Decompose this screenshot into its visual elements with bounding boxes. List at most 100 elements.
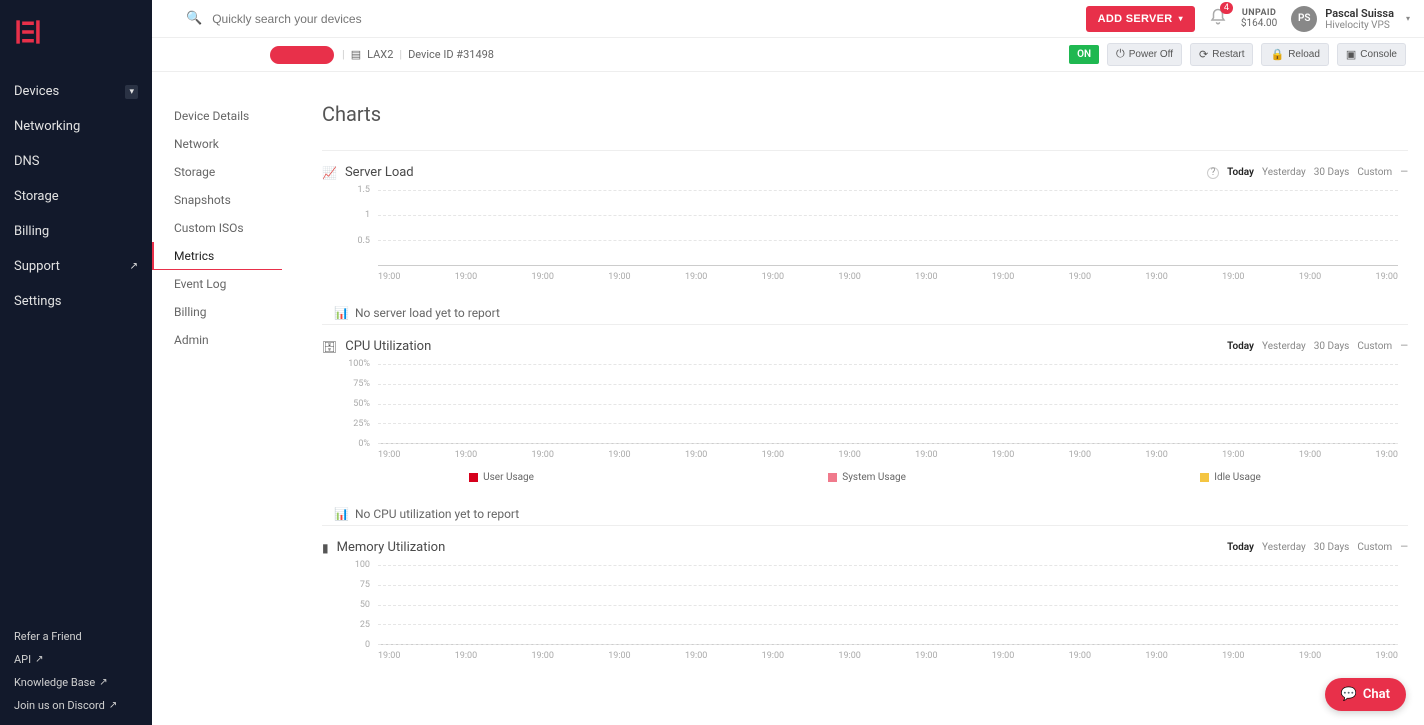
sidebar-item-networking[interactable]: Networking — [0, 109, 152, 144]
legend-item[interactable]: User Usage — [469, 472, 534, 483]
sidebar-nav: Devices▾ Networking DNS Storage Billing … — [0, 74, 152, 625]
sidebar-link-kb[interactable]: Knowledge Base↗ — [0, 671, 152, 694]
add-server-button[interactable]: ADD SERVER▾ — [1086, 6, 1195, 32]
empty-server-load: 📊No server load yet to report — [322, 300, 1408, 324]
chart-memory: ▮ Memory Utilization Today Yesterday 30 … — [322, 525, 1408, 679]
legend-swatch — [469, 473, 478, 482]
sidebar-item-support[interactable]: Support↗ — [0, 249, 152, 284]
subnav-metrics[interactable]: Metrics — [152, 242, 282, 270]
sidebar-link-api[interactable]: API↗ — [0, 648, 152, 671]
external-icon: ↗ — [99, 677, 107, 688]
range-30days[interactable]: 30 Days — [1314, 341, 1350, 352]
search-input[interactable] — [212, 12, 1085, 26]
time-range: Today Yesterday 30 Days Custom — — [1227, 341, 1408, 352]
body: Device Details Network Storage Snapshots… — [152, 72, 1424, 725]
unpaid-amount[interactable]: UNPAID $164.00 — [1241, 8, 1277, 29]
device-id: Device ID #31498 — [408, 48, 494, 61]
notification-badge: 4 — [1220, 2, 1233, 14]
chevron-down-icon: ▾ — [1406, 14, 1410, 23]
legend-item[interactable]: System Usage — [828, 472, 906, 483]
notifications-button[interactable]: 4 — [1209, 8, 1227, 30]
sidebar-link-discord[interactable]: Join us on Discord↗ — [0, 694, 152, 717]
collapse-icon[interactable]: — — [1400, 167, 1408, 178]
range-today[interactable]: Today — [1227, 542, 1254, 553]
area-chart-icon: 📈 — [322, 166, 337, 180]
logo[interactable] — [14, 18, 42, 46]
sidebar-bottom: Refer a Friend API↗ Knowledge Base↗ Join… — [0, 625, 152, 725]
range-yesterday[interactable]: Yesterday — [1262, 542, 1306, 553]
device-info: | ▤ LAX2 | Device ID #31498 — [342, 48, 494, 61]
content: Charts 📈 Server Load ? Today Yesterday 3… — [282, 72, 1424, 725]
range-custom[interactable]: Custom — [1357, 341, 1392, 352]
sidebar-link-refer[interactable]: Refer a Friend — [0, 625, 152, 648]
subnav: Device Details Network Storage Snapshots… — [152, 72, 282, 725]
range-today[interactable]: Today — [1227, 167, 1254, 178]
main: 🔍 ADD SERVER▾ 4 UNPAID $164.00 PS Pascal… — [152, 0, 1424, 725]
sidebar-item-billing[interactable]: Billing — [0, 214, 152, 249]
range-yesterday[interactable]: Yesterday — [1262, 167, 1306, 178]
range-today[interactable]: Today — [1227, 341, 1254, 352]
legend-item[interactable]: Idle Usage — [1200, 472, 1261, 483]
subnav-event-log[interactable]: Event Log — [152, 270, 282, 298]
sidebar-item-settings[interactable]: Settings — [0, 284, 152, 319]
empty-cpu: 📊No CPU utilization yet to report — [322, 501, 1408, 525]
subnav-snapshots[interactable]: Snapshots — [152, 186, 282, 214]
lock-icon: 🔒 — [1270, 48, 1284, 61]
subnav-admin[interactable]: Admin — [152, 326, 282, 354]
topbar: 🔍 ADD SERVER▾ 4 UNPAID $164.00 PS Pascal… — [152, 0, 1424, 38]
user-menu[interactable]: PS Pascal Suissa Hivelocity VPS ▾ — [1291, 6, 1410, 32]
avatar: PS — [1291, 6, 1317, 32]
reload-button[interactable]: 🔒Reload — [1261, 43, 1328, 66]
chart-plot: 025507510019:0019:0019:0019:0019:0019:00… — [348, 565, 1398, 665]
chart-legend: User Usage System Usage Idle Usage — [322, 468, 1408, 487]
chevron-down-icon: ▾ — [1179, 14, 1183, 23]
subnav-custom-isos[interactable]: Custom ISOs — [152, 214, 282, 242]
sidebar-item-storage[interactable]: Storage — [0, 179, 152, 214]
collapse-icon[interactable]: — — [1400, 341, 1408, 352]
restart-icon: ⟳ — [1199, 48, 1208, 61]
subnav-storage[interactable]: Storage — [152, 158, 282, 186]
sidebar: Devices▾ Networking DNS Storage Billing … — [0, 0, 152, 725]
chat-button[interactable]: 💬Chat — [1325, 678, 1406, 711]
database-icon: 🗄 — [322, 340, 337, 354]
external-icon: ↗ — [130, 261, 138, 272]
chart-title: Server Load — [345, 165, 1199, 180]
chart-line-icon: 📊 — [334, 306, 349, 320]
status-badge: ON — [1069, 45, 1099, 64]
range-30days[interactable]: 30 Days — [1314, 542, 1350, 553]
legend-swatch — [828, 473, 837, 482]
sidebar-item-dns[interactable]: DNS — [0, 144, 152, 179]
range-yesterday[interactable]: Yesterday — [1262, 341, 1306, 352]
restart-button[interactable]: ⟳Restart — [1190, 43, 1253, 66]
power-off-button[interactable]: ⏻Power Off — [1107, 43, 1182, 66]
device-name-redacted — [270, 46, 334, 64]
external-icon: ↗ — [35, 654, 43, 665]
flag-icon: ▤ — [351, 48, 361, 61]
subnav-network[interactable]: Network — [152, 130, 282, 158]
sidebar-item-devices[interactable]: Devices▾ — [0, 74, 152, 109]
chat-icon: 💬 — [1341, 687, 1357, 702]
legend-swatch — [1200, 473, 1209, 482]
user-org: Hivelocity VPS — [1325, 20, 1394, 31]
chart-plot: 0%25%50%75%100%19:0019:0019:0019:0019:00… — [348, 364, 1398, 464]
chart-cpu: 🗄 CPU Utilization Today Yesterday 30 Day… — [322, 324, 1408, 501]
topbar-right: ADD SERVER▾ 4 UNPAID $164.00 PS Pascal S… — [1086, 6, 1410, 32]
subnav-device-details[interactable]: Device Details — [152, 102, 282, 130]
time-range: Today Yesterday 30 Days Custom — — [1227, 167, 1408, 178]
range-custom[interactable]: Custom — [1357, 167, 1392, 178]
memory-icon: ▮ — [322, 541, 329, 555]
collapse-icon[interactable]: — — [1400, 542, 1408, 553]
device-location: LAX2 — [367, 48, 393, 61]
chart-plot: 0.511.519:0019:0019:0019:0019:0019:0019:… — [348, 190, 1398, 286]
external-icon: ↗ — [109, 700, 117, 711]
range-30days[interactable]: 30 Days — [1314, 167, 1350, 178]
console-icon: ▣ — [1346, 48, 1356, 61]
search-icon: 🔍 — [186, 11, 202, 26]
user-name: Pascal Suissa — [1325, 7, 1394, 20]
chevron-down-icon: ▾ — [125, 85, 138, 99]
chart-server-load: 📈 Server Load ? Today Yesterday 30 Days … — [322, 150, 1408, 300]
console-button[interactable]: ▣Console — [1337, 43, 1406, 66]
subnav-billing[interactable]: Billing — [152, 298, 282, 326]
range-custom[interactable]: Custom — [1357, 542, 1392, 553]
help-icon[interactable]: ? — [1207, 167, 1219, 179]
